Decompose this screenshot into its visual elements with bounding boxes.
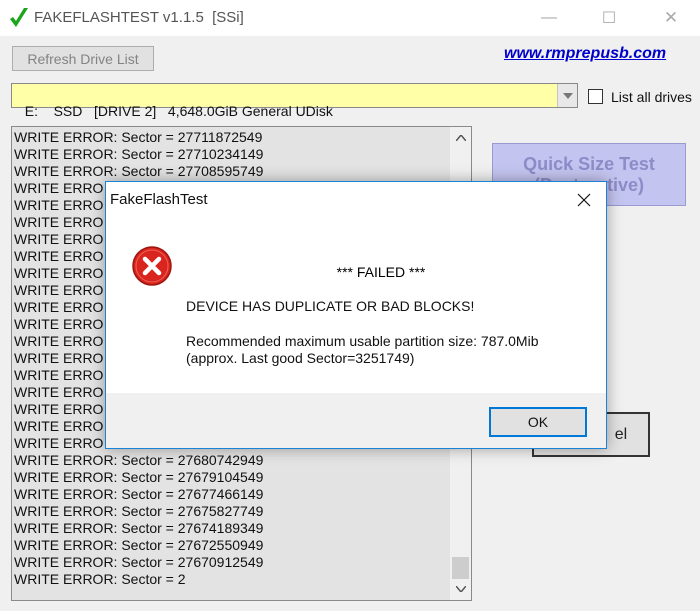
scroll-up-icon[interactable] bbox=[450, 129, 471, 147]
log-line: WRITE ERROR: Sector = 27711872549 bbox=[14, 129, 263, 145]
error-dialog: FakeFlashTest *** FAILED *** DEVICE HAS … bbox=[105, 181, 607, 449]
dialog-recommendation: Recommended maximum usable partition siz… bbox=[186, 333, 539, 349]
log-line: WRITE ERROR: Sector = 27708595749 bbox=[14, 163, 264, 179]
log-line: WRITE ERROR: Sector = 27710234149 bbox=[14, 146, 264, 162]
ok-button[interactable]: OK bbox=[489, 407, 587, 437]
log-line: WRITE ERROR: Sector = 27675827749 bbox=[14, 503, 264, 519]
maximize-icon: ☐ bbox=[601, 10, 617, 27]
dialog-failed-heading: *** FAILED *** bbox=[336, 264, 426, 280]
minimize-button[interactable]: — bbox=[526, 0, 572, 36]
close-icon bbox=[577, 193, 591, 207]
quick-size-test-label: Quick Size Test bbox=[523, 154, 655, 174]
log-line: WRITE ERROR: Sector = 27680742949 bbox=[14, 452, 264, 468]
drive-select[interactable]: E: SSD [DRIVE 2] 4,648.0GiB General UDis… bbox=[11, 83, 578, 119]
list-all-drives-label: List all drives bbox=[611, 89, 692, 105]
log-line: WRITE ERROR: Sector = 27679104549 bbox=[14, 469, 264, 485]
scrollbar-thumb[interactable] bbox=[452, 557, 469, 579]
dialog-close-button[interactable] bbox=[570, 186, 598, 214]
minimize-icon: — bbox=[541, 9, 557, 26]
website-link[interactable]: www.rmprepusb.com bbox=[504, 45, 666, 63]
log-line: WRITE ERROR: Sector = 2 bbox=[14, 571, 186, 587]
log-line: WRITE ERROR: Sector = 27670912549 bbox=[14, 554, 264, 570]
chevron-down-icon[interactable] bbox=[557, 84, 577, 107]
drive-select-value: E: SSD [DRIVE 2] 4,648.0GiB General UDis… bbox=[24, 103, 333, 119]
title-bar: FAKEFLASHTEST v1.1.5 [SSi] — ☐ ✕ bbox=[0, 0, 700, 36]
scroll-down-icon[interactable] bbox=[450, 580, 471, 598]
list-all-drives-checkbox[interactable] bbox=[588, 89, 603, 104]
dialog-title: FakeFlashTest bbox=[110, 191, 208, 208]
error-icon bbox=[132, 246, 172, 286]
dialog-detail: (approx. Last good Sector=3251749) bbox=[186, 350, 415, 366]
refresh-drive-list-button[interactable]: Refresh Drive List bbox=[12, 46, 154, 71]
close-button[interactable]: ✕ bbox=[648, 0, 694, 36]
log-line: WRITE ERROR: Sector = 27677466149 bbox=[14, 486, 264, 502]
close-icon: ✕ bbox=[663, 8, 679, 27]
maximize-button[interactable]: ☐ bbox=[586, 0, 632, 36]
dialog-footer: OK bbox=[106, 393, 606, 448]
log-line: WRITE ERROR: Sector = 27674189349 bbox=[14, 520, 264, 536]
log-line: WRITE ERROR: Sector = 27672550949 bbox=[14, 537, 264, 553]
dialog-message: DEVICE HAS DUPLICATE OR BAD BLOCKS! bbox=[186, 298, 475, 314]
checkmark-icon bbox=[10, 8, 28, 27]
window-title: FAKEFLASHTEST v1.1.5 [SSi] bbox=[34, 9, 244, 26]
